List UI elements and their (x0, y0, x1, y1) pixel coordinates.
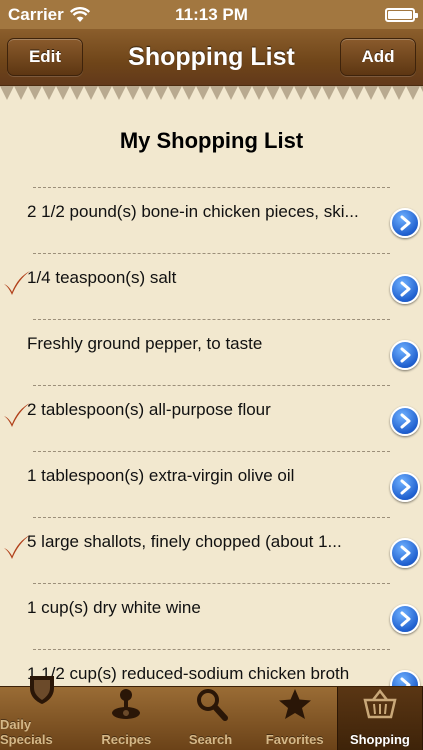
item-text: 2 1/2 pound(s) bone-in chicken pieces, s… (27, 202, 359, 221)
status-time: 11:13 PM (175, 4, 248, 24)
tab-label: Favorites (265, 732, 324, 747)
list-item[interactable]: 2 1/2 pound(s) bone-in chicken pieces, s… (27, 187, 420, 253)
tab-label: Recipes (101, 732, 152, 747)
list-item[interactable]: 1 tablespoon(s) extra-virgin olive oil (27, 451, 420, 517)
page-title: Shopping List (128, 42, 295, 71)
item-text: 1/4 teaspoon(s) salt (27, 268, 177, 287)
tab-bar: Daily Specials Recipes Search Favorites Shop… (0, 676, 423, 750)
list-item[interactable]: 1 cup(s) dry white wine (27, 583, 420, 649)
item-text: 1 cup(s) dry white wine (27, 598, 201, 617)
battery-icon (385, 7, 418, 22)
tab-recipes[interactable]: Recipes (84, 687, 168, 750)
basket-icon (363, 687, 397, 732)
tab-label: Search (188, 732, 233, 747)
edit-button[interactable]: Edit (7, 38, 83, 76)
detail-disclosure-button[interactable] (390, 538, 420, 568)
list-item[interactable]: 1/4 teaspoon(s) salt (4, 253, 420, 319)
list-title: My Shopping List (119, 128, 304, 153)
list-item[interactable]: 5 large shallots, finely chopped (about … (4, 517, 420, 583)
detail-disclosure-button[interactable] (390, 670, 420, 686)
item-text: 1 1/2 cup(s) reduced-sodium chicken brot… (27, 664, 350, 683)
navigation-bar: Edit Shopping List Add (0, 29, 423, 86)
item-text: 5 large shallots, finely chopped (about … (27, 532, 342, 551)
status-left: Carrier (8, 5, 158, 25)
list-item[interactable]: Freshly ground pepper, to taste (27, 319, 420, 385)
tab-daily-specials[interactable]: Daily Specials (0, 676, 84, 750)
torn-paper-edge (0, 86, 423, 100)
detail-disclosure-button[interactable] (390, 406, 420, 436)
wifi-icon (69, 6, 90, 22)
joystick-icon (109, 687, 143, 732)
shield-icon (25, 672, 59, 717)
tab-search[interactable]: Search (168, 687, 252, 750)
item-text: 2 tablespoon(s) all-purpose flour (27, 400, 271, 419)
tab-favorites[interactable]: Favorites (253, 687, 337, 750)
item-text: Freshly ground pepper, to taste (27, 334, 263, 353)
status-bar: Carrier 11:13 PM (0, 0, 423, 29)
detail-disclosure-button[interactable] (390, 274, 420, 304)
shopping-items: 2 1/2 pound(s) bone-in chicken pieces, s… (0, 187, 423, 686)
detail-disclosure-button[interactable] (390, 604, 420, 634)
item-text: 1 tablespoon(s) extra-virgin olive oil (27, 466, 295, 485)
detail-disclosure-button[interactable] (390, 340, 420, 370)
search-icon (194, 687, 228, 732)
list-item[interactable]: 1 1/2 cup(s) reduced-sodium chicken brot… (27, 649, 420, 686)
tab-shopping[interactable]: Shopping (336, 687, 423, 750)
list-item[interactable]: 2 tablespoon(s) all-purpose flour (4, 385, 420, 451)
tab-label: Shopping (349, 732, 410, 747)
add-button[interactable]: Add (339, 38, 416, 76)
tab-label: Daily Specials (0, 717, 53, 747)
status-right (265, 7, 418, 22)
detail-disclosure-button[interactable] (390, 208, 420, 238)
star-icon (278, 687, 312, 732)
shopping-list-content[interactable]: My Shopping List 2 1/2 pound(s) bone-in … (0, 86, 423, 686)
detail-disclosure-button[interactable] (390, 472, 420, 502)
carrier-label: Carrier (8, 4, 64, 24)
